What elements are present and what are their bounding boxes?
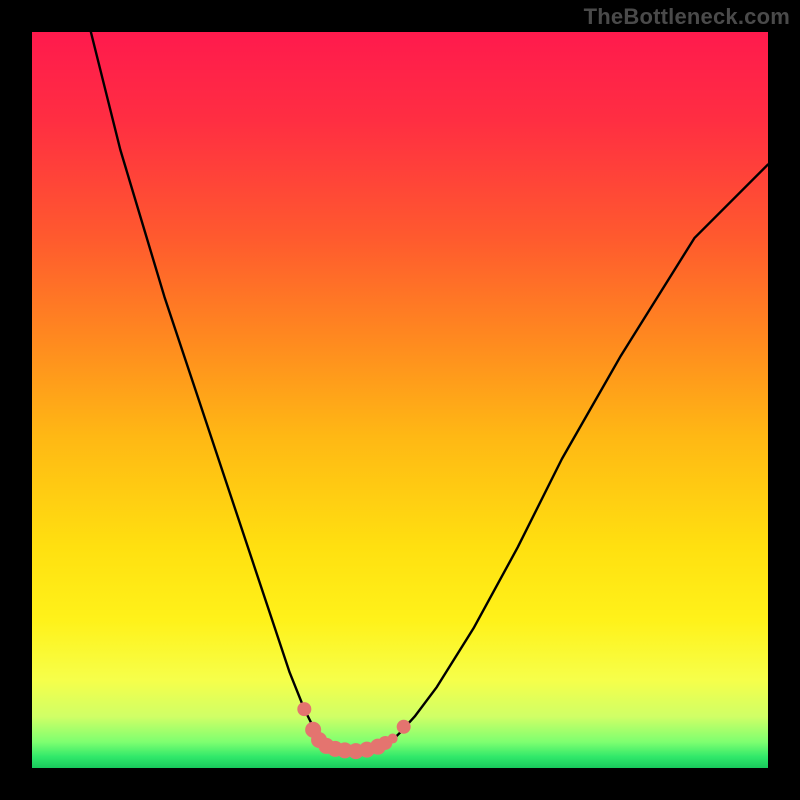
bottleneck-chart [32, 32, 768, 768]
plot-background [32, 32, 768, 768]
trough-marker [297, 702, 311, 716]
chart-frame: TheBottleneck.com [0, 0, 800, 800]
trough-marker [397, 720, 411, 734]
watermark-text: TheBottleneck.com [584, 4, 790, 30]
trough-marker [388, 734, 398, 744]
